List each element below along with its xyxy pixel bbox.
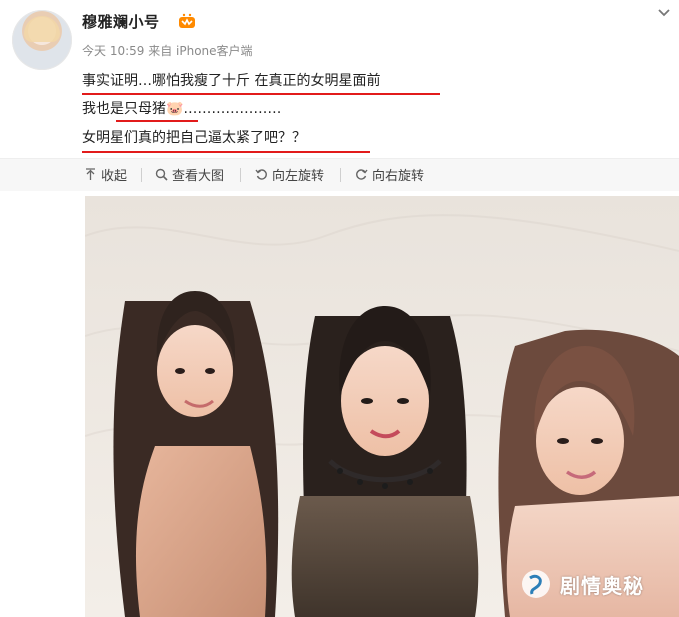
toolbar-divider [141,168,142,182]
rotate-left-button[interactable]: 向左旋转 [255,165,324,184]
rotate-right-icon [356,169,368,180]
toolbar-divider [240,168,241,182]
view-large-label: 查看大图 [172,169,225,184]
collapse-label: 收起 [101,169,128,184]
rotate-left-label: 向左旋转 [272,169,325,184]
post-text-line-1: 事实证明…哪怕我瘦了十斤 在真正的女明星面前 [82,73,381,89]
rotate-right-label: 向右旋转 [372,169,425,184]
search-icon [155,168,168,181]
watermark-text: 剧情奥秘 [560,574,644,598]
collapse-button[interactable]: 收起 [84,165,127,184]
image-toolbar: 收起 查看大图 向左旋转 向右旋转 [0,158,679,191]
toolbar-divider [340,168,341,182]
chevron-down-icon[interactable] [657,8,671,18]
red-underline-3 [82,151,370,153]
view-large-button[interactable]: 查看大图 [155,165,224,184]
collapse-up-icon [86,168,95,180]
post-text-line-2: 我也是只母猪🐷………………… [82,101,282,117]
username[interactable]: 穆雅斓小号 [82,11,160,32]
red-underline-2 [116,120,198,122]
weibo-post-header: 穆雅斓小号 今天 10:59 来自 iPhone客户端 事实证明…哪怕我瘦了十斤… [0,0,679,158]
red-underline-1 [82,93,440,95]
post-meta: 今天 10:59 来自 iPhone客户端 [82,44,253,58]
rotate-left-icon [255,169,267,180]
rotate-right-button[interactable]: 向右旋转 [355,165,424,184]
post-photo[interactable] [85,196,679,617]
person-left [113,291,279,617]
user-avatar[interactable] [12,10,72,70]
vip-crown-icon [179,13,195,28]
person-middle [291,306,479,617]
post-text-line-3: 女明星们真的把自己逼太紧了吧？？ [82,130,306,146]
